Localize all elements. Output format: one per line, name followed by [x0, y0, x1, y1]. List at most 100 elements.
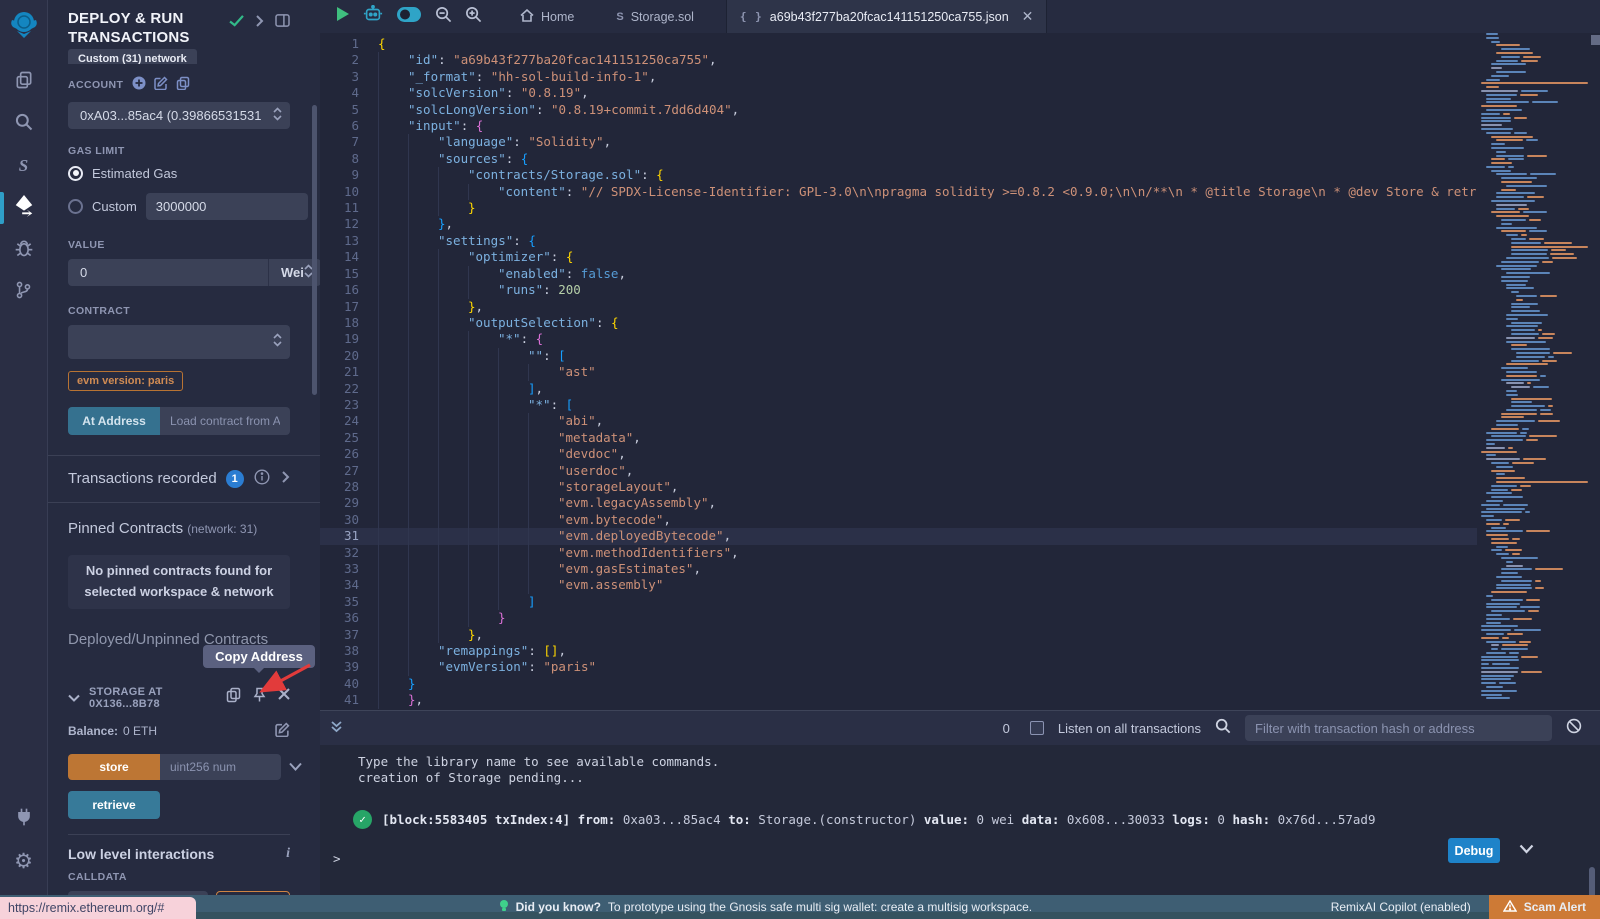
- minimap-line: [1477, 219, 1588, 221]
- estimated-gas-radio[interactable]: Estimated Gas: [68, 166, 290, 181]
- zoom-out-icon[interactable]: [435, 6, 452, 28]
- minimap-line: [1477, 151, 1588, 153]
- close-icon[interactable]: [278, 687, 290, 708]
- code-line: 29"evm.legacyAssembly",: [320, 495, 1477, 511]
- account-label: ACCOUNT: [68, 79, 123, 91]
- scam-alert-label: Scam Alert: [1524, 900, 1586, 914]
- sidebar-item-git[interactable]: [0, 272, 48, 312]
- minimap-line: [1477, 371, 1588, 373]
- tab-build-info-json[interactable]: { } a69b43f277ba20fcac141151250ca755.jso…: [726, 0, 1047, 33]
- debug-button[interactable]: Debug: [1448, 838, 1500, 863]
- minimap-line: [1477, 200, 1588, 202]
- terminal-body[interactable]: Type the library name to see available c…: [320, 754, 1600, 905]
- zoom-in-icon[interactable]: [465, 6, 482, 28]
- contract-select[interactable]: [68, 325, 290, 359]
- chevron-down-icon[interactable]: [68, 689, 80, 707]
- copy-address-tooltip: Copy Address: [203, 645, 315, 668]
- sidebar-item-file-explorer[interactable]: [0, 62, 48, 102]
- value-input[interactable]: [68, 259, 268, 286]
- scam-alert-button[interactable]: Scam Alert: [1489, 895, 1600, 919]
- sidebar-item-deploy-run[interactable]: [0, 188, 48, 228]
- terminal-filter-input[interactable]: [1245, 715, 1552, 741]
- copilot-status[interactable]: RemixAI Copilot (enabled): [1331, 900, 1471, 914]
- code-line: 8"sources": {: [320, 151, 1477, 167]
- code-editor[interactable]: 1{2"id": "a69b43f277ba20fcac141151250ca7…: [320, 33, 1600, 710]
- transaction-log-row[interactable]: ✓ [block:5583405 txIndex:4] from: 0xa03.…: [353, 810, 1600, 829]
- terminal-prompt: >: [333, 851, 1600, 866]
- pin-panel-icon[interactable]: [275, 14, 290, 32]
- tab-home[interactable]: Home: [510, 0, 584, 33]
- expand-log-chevron-icon[interactable]: [1519, 842, 1534, 857]
- listen-checkbox[interactable]: [1030, 721, 1044, 735]
- store-button[interactable]: store: [68, 754, 160, 780]
- copy-account-icon[interactable]: [176, 76, 190, 95]
- minimap-line: [1477, 56, 1588, 58]
- minimap-line: [1477, 382, 1588, 384]
- tab-storage-sol[interactable]: S Storage.sol: [606, 0, 704, 33]
- panel-scrollbar[interactable]: [312, 105, 317, 395]
- chevron-right-icon[interactable]: [281, 470, 290, 487]
- pin-icon[interactable]: [253, 687, 266, 708]
- status-bar: Did you know? To prototype using the Gno…: [0, 895, 1600, 919]
- minimap-line: [1477, 477, 1588, 479]
- remix-logo-icon[interactable]: [9, 9, 39, 44]
- expand-chevron-icon[interactable]: [289, 758, 302, 776]
- code-text: "settings": {: [378, 233, 536, 249]
- code-area[interactable]: 1{2"id": "a69b43f277ba20fcac141151250ca7…: [320, 33, 1477, 710]
- code-text: "content": "// SPDX-License-Identifier: …: [378, 184, 1477, 200]
- custom-gas-input[interactable]: [146, 193, 308, 220]
- sidebar-item-settings[interactable]: ⚙: [0, 841, 48, 881]
- minimap-line: [1477, 257, 1588, 259]
- tx-log-text: [block:5583405 txIndex:4] from: 0xa03...…: [382, 812, 1375, 827]
- minimap-line: [1477, 633, 1588, 635]
- radio-unselected-icon[interactable]: [68, 199, 83, 214]
- account-select[interactable]: 0xA03...85ac4 (0.39866531531: [68, 102, 290, 129]
- code-line: 41},: [320, 692, 1477, 708]
- code-line: 40}: [320, 676, 1477, 692]
- at-address-input[interactable]: [160, 407, 290, 435]
- minimap-line: [1477, 360, 1588, 362]
- line-number: 5: [320, 102, 378, 118]
- tip-text: To prototype using the Gnosis safe multi…: [608, 900, 1032, 914]
- sidebar-item-solidity-compiler[interactable]: S: [0, 146, 48, 186]
- run-script-icon[interactable]: [336, 6, 350, 27]
- add-account-icon[interactable]: [132, 76, 146, 95]
- minimap-line: [1477, 86, 1588, 88]
- retrieve-button[interactable]: retrieve: [68, 791, 160, 819]
- clear-console-icon[interactable]: [1566, 718, 1582, 738]
- code-line: 1{: [320, 36, 1477, 52]
- code-text: "storageLayout",: [378, 479, 678, 495]
- code-line: 6"input": {: [320, 118, 1477, 134]
- minimap-line: [1477, 489, 1588, 491]
- sidebar-item-debugger[interactable]: [0, 230, 48, 270]
- copilot-toggle-icon[interactable]: [396, 6, 422, 28]
- minimap[interactable]: [1477, 33, 1588, 710]
- chevron-right-icon[interactable]: [255, 14, 264, 32]
- edit-balance-icon[interactable]: [275, 722, 290, 740]
- code-text: }: [378, 676, 416, 692]
- minimap-line: [1477, 337, 1588, 339]
- ai-assistant-icon[interactable]: [363, 5, 383, 29]
- info-icon[interactable]: [254, 469, 270, 489]
- copy-address-icon[interactable]: [226, 687, 241, 708]
- editor-scrollbar[interactable]: [1591, 35, 1600, 45]
- collapse-terminal-icon[interactable]: [330, 719, 343, 738]
- code-line: 15"enabled": false,: [320, 266, 1477, 282]
- sidebar-item-search[interactable]: [0, 104, 48, 144]
- evm-version-badge: evm version: paris: [68, 371, 183, 391]
- pinned-network-suffix: (network: 31): [187, 522, 257, 536]
- estimated-gas-label: Estimated Gas: [92, 166, 177, 181]
- terminal-line: creation of Storage pending...: [358, 770, 1600, 786]
- minimap-line: [1477, 41, 1588, 43]
- at-address-button[interactable]: At Address: [68, 407, 160, 435]
- minimap-line: [1477, 523, 1588, 525]
- minimap-line: [1477, 333, 1588, 335]
- store-arg-input[interactable]: [160, 754, 281, 780]
- edit-account-icon[interactable]: [154, 76, 168, 95]
- close-tab-icon[interactable]: ✕: [1022, 8, 1034, 25]
- stepper-icon: [273, 333, 282, 350]
- minimap-line: [1477, 675, 1588, 677]
- code-line: 20"": [: [320, 348, 1477, 364]
- sidebar-item-plugin-manager[interactable]: [0, 799, 48, 839]
- link-url-tooltip: https://remix.ethereum.org/#: [0, 897, 196, 919]
